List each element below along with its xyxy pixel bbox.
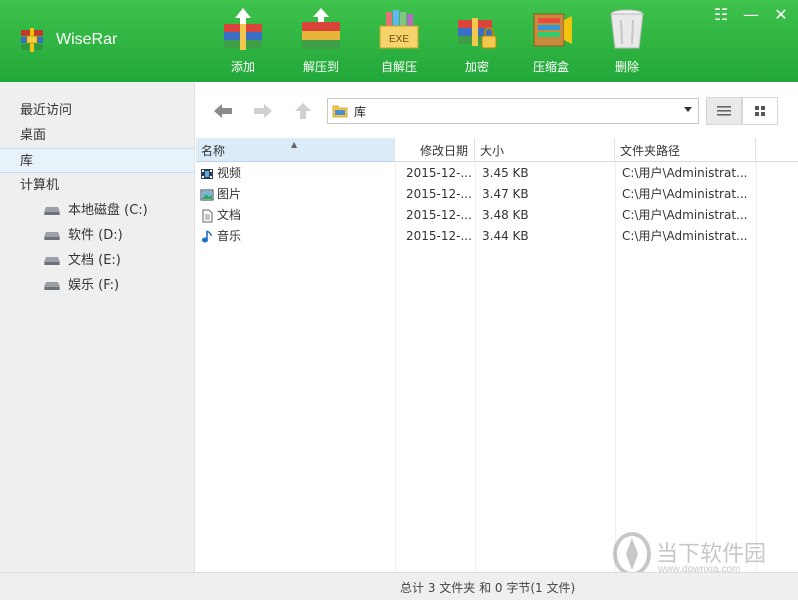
cell-size: 3.47 KB <box>482 187 529 201</box>
cell-path: C:\用户\Administrat... <box>622 208 748 222</box>
add-archive-icon <box>224 8 262 50</box>
extract-archive-icon <box>302 8 340 49</box>
cell-size: 3.45 KB <box>482 166 529 180</box>
column-name-label: 名称 <box>201 144 226 158</box>
column-header-date[interactable]: 修改日期 <box>395 138 475 162</box>
forward-arrow-icon[interactable] <box>252 102 274 120</box>
sidebar-item-recent[interactable]: 最近访问 <box>0 98 194 123</box>
column-divider <box>756 162 757 572</box>
table-row[interactable]: 音乐 2015-12-... 3.44 KB C:\用户\Administrat… <box>196 226 756 247</box>
cell-name: 视频 <box>200 163 390 184</box>
app-name: WiseRar <box>56 31 118 48</box>
music-library-icon <box>202 229 212 242</box>
encrypt-label: 加密 <box>464 60 489 74</box>
column-header-name[interactable]: 名称 ▲ <box>196 138 395 162</box>
drive-label: 软件 (D:) <box>68 228 123 243</box>
list-view-icon <box>717 106 731 116</box>
up-arrow-icon[interactable] <box>292 102 314 120</box>
sidebar-item-desktop[interactable]: 桌面 <box>0 123 194 148</box>
column-date-label: 修改日期 <box>420 144 469 158</box>
compress-box-button[interactable]: 压缩盒 <box>520 6 582 78</box>
add-button[interactable]: 添加 <box>212 6 274 78</box>
sort-ascending-icon: ▲ <box>291 140 298 149</box>
column-header-filler <box>756 138 798 162</box>
encrypt-icon <box>458 18 497 49</box>
minimize-icon[interactable]: — <box>740 6 762 24</box>
navigation-bar: 库 <box>196 82 798 138</box>
delete-button[interactable]: 删除 <box>596 6 658 78</box>
table-row[interactable]: 视频 2015-12-... 3.45 KB C:\用户\Administrat… <box>196 163 756 184</box>
sidebar-item-drive-e[interactable]: 文档 (E:) <box>0 248 194 273</box>
cell-name: 音乐 <box>200 226 390 247</box>
watermark-logo-icon <box>613 532 651 576</box>
encrypt-button[interactable]: 加密 <box>446 6 508 78</box>
file-name: 图片 <box>217 187 242 201</box>
table-row[interactable]: 图片 2015-12-... 3.47 KB C:\用户\Administrat… <box>196 184 756 205</box>
sidebar-item-drive-d[interactable]: 软件 (D:) <box>0 223 194 248</box>
hard-drive-icon <box>44 256 60 265</box>
back-arrow-icon[interactable] <box>212 102 234 120</box>
drive-label: 娱乐 (F:) <box>68 278 120 293</box>
sidebar-item-drive-f[interactable]: 娱乐 (F:) <box>0 273 194 298</box>
hard-drive-icon <box>44 231 60 240</box>
cell-path: C:\用户\Administrat... <box>622 187 748 201</box>
trash-icon <box>610 9 644 49</box>
library-folder-icon <box>332 105 348 118</box>
cell-size: 3.44 KB <box>482 229 529 243</box>
extract-label: 解压到 <box>302 60 339 74</box>
file-name: 视频 <box>217 166 242 180</box>
brand: WiseRar <box>18 26 117 54</box>
table-row[interactable]: 文档 2015-12-... 3.48 KB C:\用户\Administrat… <box>196 205 756 226</box>
drive-label: 文档 (E:) <box>68 253 121 268</box>
picture-library-icon <box>200 189 214 200</box>
self-extract-label: 自解压 <box>380 60 417 74</box>
status-text: 总计 3 文件夹 和 0 字节(1 文件) <box>400 581 576 595</box>
self-extract-button[interactable]: EXE 自解压 <box>368 6 430 78</box>
sidebar: 最近访问 桌面 库 计算机 本地磁盘 (C:) 软件 (D:) 文档 (E:) … <box>0 82 195 572</box>
column-header-size[interactable]: 大小 <box>475 138 615 162</box>
column-header-path[interactable]: 文件夹路径 <box>615 138 756 162</box>
cell-date: 2015-12-... <box>406 187 472 201</box>
video-library-icon <box>201 168 213 179</box>
sidebar-item-drive-c[interactable]: 本地磁盘 (C:) <box>0 198 194 223</box>
hard-drive-icon <box>44 281 60 290</box>
self-extract-icon: EXE <box>379 10 419 49</box>
wiserar-logo-icon <box>21 28 43 52</box>
cell-path: C:\用户\Administrat... <box>622 166 748 180</box>
column-size-label: 大小 <box>480 144 505 158</box>
document-library-icon <box>202 209 213 222</box>
cell-name: 文档 <box>200 205 390 226</box>
add-label: 添加 <box>230 60 255 74</box>
cell-date: 2015-12-... <box>406 208 472 222</box>
delete-label: 删除 <box>614 60 639 74</box>
file-list: 名称 ▲ 修改日期 大小 文件夹路径 视频 2015-12-... 3.45 K… <box>196 138 798 572</box>
exe-badge: EXE <box>389 34 409 45</box>
status-bar: 总计 3 文件夹 和 0 字节(1 文件) <box>0 572 798 600</box>
path-text: 库 <box>354 104 367 119</box>
cell-date: 2015-12-... <box>406 229 472 243</box>
compress-box-icon <box>533 13 572 47</box>
extract-button[interactable]: 解压到 <box>290 6 352 78</box>
compress-box-label: 压缩盒 <box>532 60 569 74</box>
file-name: 音乐 <box>217 229 242 243</box>
chevron-down-icon[interactable] <box>684 107 692 112</box>
sidebar-item-computer[interactable]: 计算机 <box>0 173 194 198</box>
hard-drive-icon <box>44 206 60 215</box>
cell-date: 2015-12-... <box>406 166 472 180</box>
close-icon[interactable]: ✕ <box>770 6 792 24</box>
file-name: 文档 <box>217 208 242 222</box>
grid-view-icon <box>755 106 765 116</box>
cell-path: C:\用户\Administrat... <box>622 229 748 243</box>
sidebar-item-library[interactable]: 库 <box>0 148 194 173</box>
list-view-button[interactable] <box>706 97 742 125</box>
cell-name: 图片 <box>200 184 390 205</box>
app-header: WiseRar 添加 解压到 EXE 自解压 加密 压缩盒 删除 ☷ — ✕ <box>0 0 798 82</box>
path-combobox[interactable]: 库 <box>327 98 699 124</box>
grid-view-button[interactable] <box>742 97 778 125</box>
cell-size: 3.48 KB <box>482 208 529 222</box>
menu-icon[interactable]: ☷ <box>710 6 732 24</box>
column-path-label: 文件夹路径 <box>620 144 681 158</box>
drive-label: 本地磁盘 (C:) <box>68 203 148 218</box>
